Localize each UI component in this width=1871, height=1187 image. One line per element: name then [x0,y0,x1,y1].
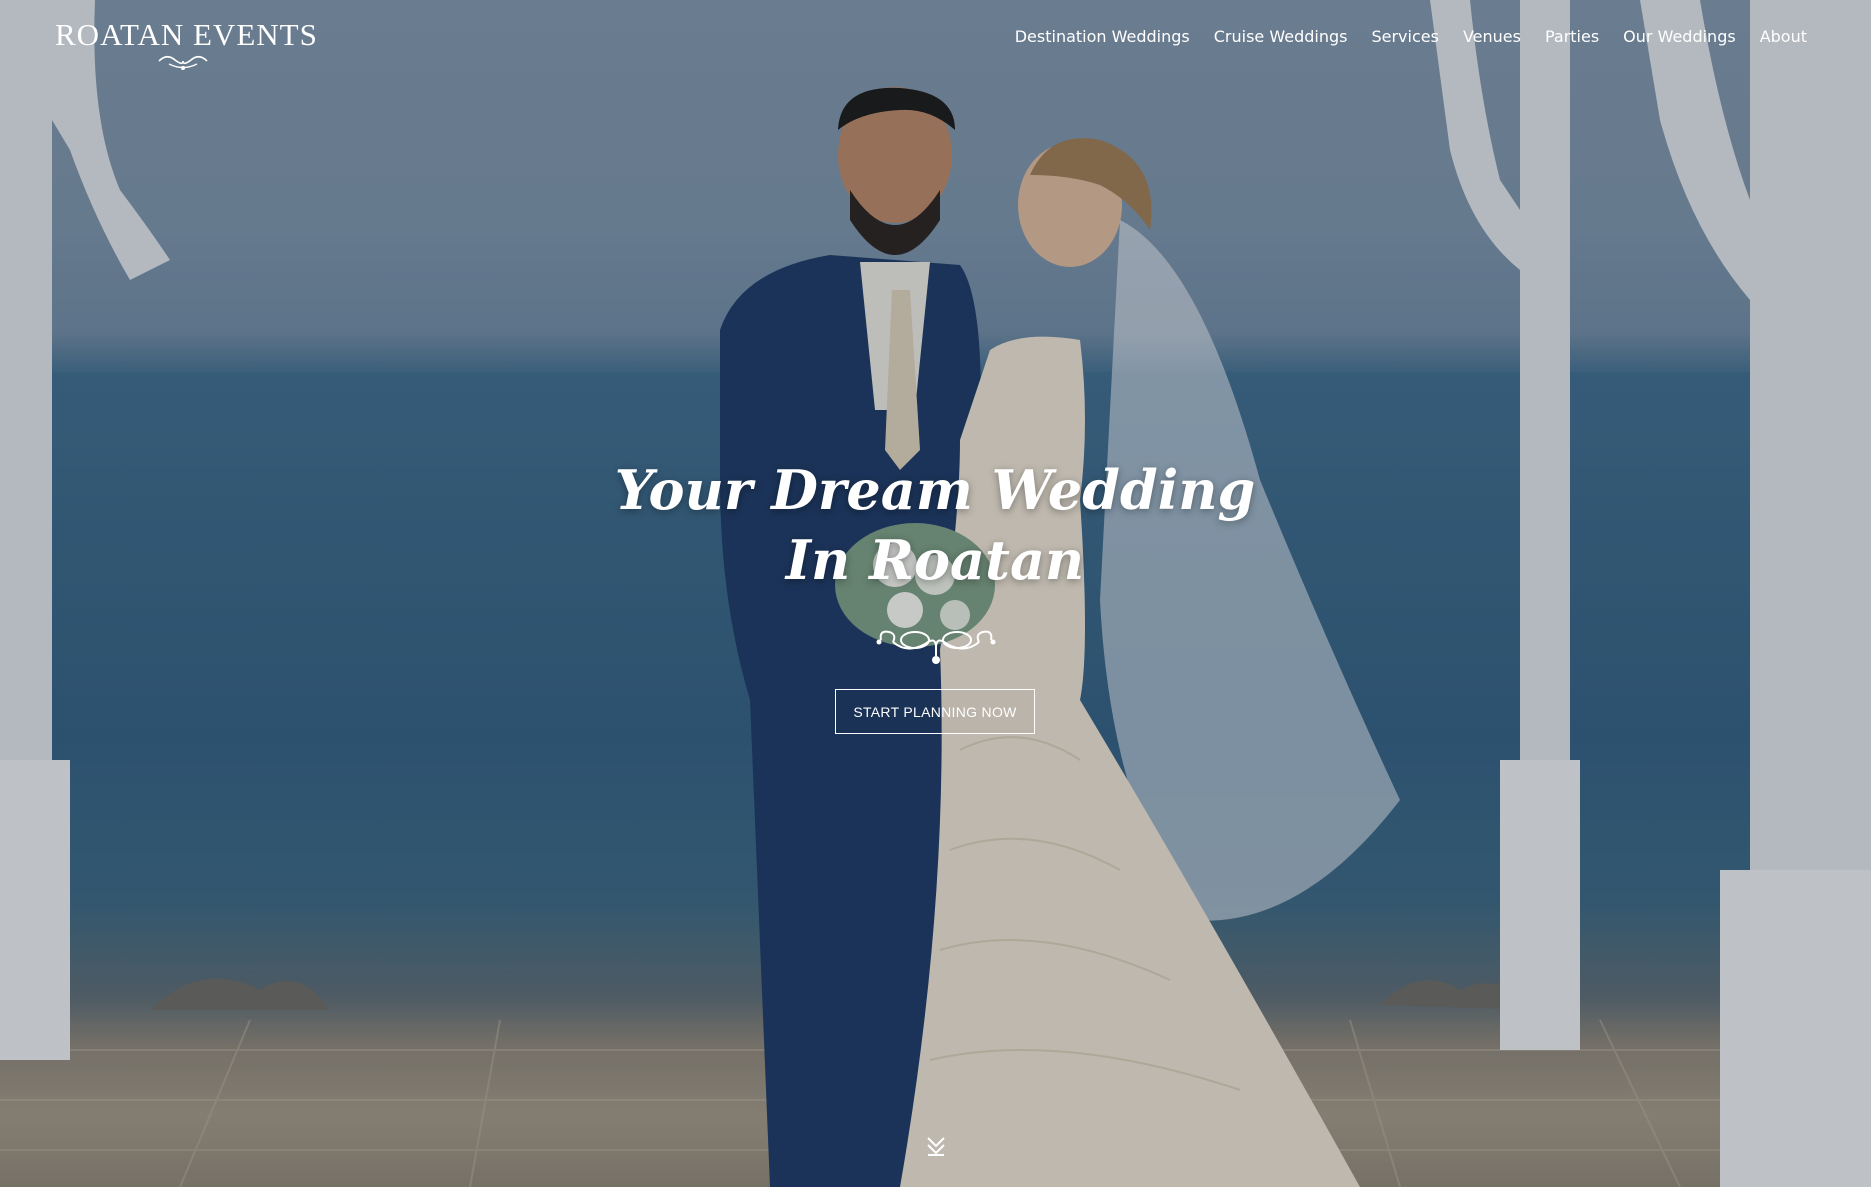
main-nav: Destination Weddings Cruise Weddings Ser… [1015,24,1807,50]
nav-item-venues[interactable]: Venues [1463,24,1521,50]
flourish-divider-icon [876,630,996,664]
nav-item-parties[interactable]: Parties [1545,24,1599,50]
nav-item-services[interactable]: Services [1371,24,1438,50]
logo-text: ROATAN EVENTS [55,17,318,52]
start-planning-button[interactable]: START PLANNING NOW [835,689,1035,734]
logo[interactable]: ROATAN EVENTS [55,17,318,74]
nav-item-our-weddings[interactable]: Our Weddings [1623,24,1736,50]
double-chevron-down-icon[interactable] [923,1133,949,1159]
nav-item-destination-weddings[interactable]: Destination Weddings [1015,24,1190,50]
nav-item-cruise-weddings[interactable]: Cruise Weddings [1214,24,1348,50]
hero-section: ROATAN EVENTS Destination Weddings Cruis… [0,0,1871,1187]
flourish-ornament-icon [158,55,208,70]
hero-headline: Your Dream Wedding In Roatan [614,458,1256,592]
nav-item-about[interactable]: About [1760,24,1807,50]
